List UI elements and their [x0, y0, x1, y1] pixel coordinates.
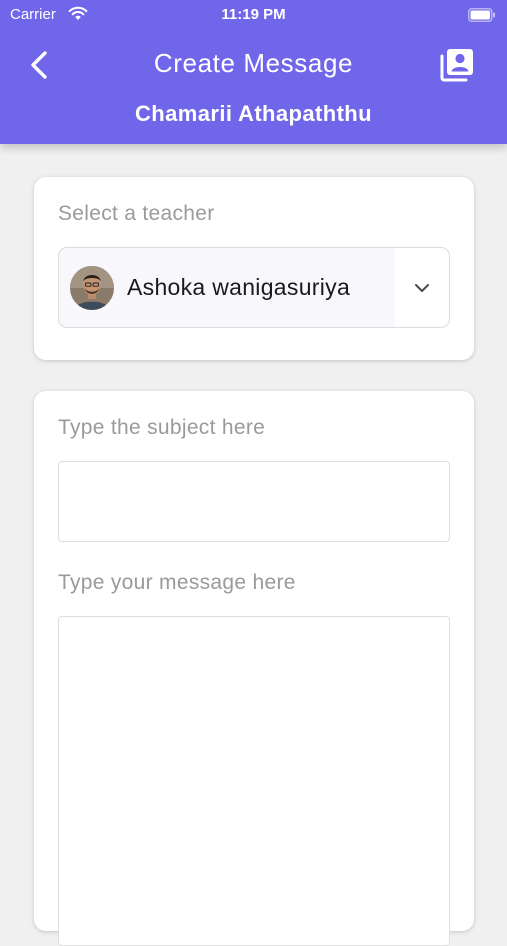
status-time: 11:19 PM [221, 6, 286, 23]
teacher-select-label: Select a teacher [58, 202, 215, 225]
contacts-book-icon [440, 49, 473, 82]
app-header: Carrier 11:19 PM Create Message Chamarii… [0, 0, 507, 144]
status-bar: Carrier 11:19 PM [0, 0, 507, 30]
page-subtitle: Chamarii Athapaththu [135, 101, 372, 126]
selected-teacher-name: Ashoka wanigasuriya [127, 274, 351, 300]
message-textarea[interactable] [58, 616, 450, 946]
message-label: Type your message here [58, 571, 296, 594]
teacher-dropdown[interactable]: Ashoka wanigasuriya [58, 247, 450, 328]
contacts-button[interactable] [436, 44, 478, 86]
chevron-down-icon [415, 283, 429, 292]
dropdown-toggle[interactable] [395, 248, 449, 327]
subject-label: Type the subject here [58, 416, 266, 439]
avatar [70, 266, 114, 310]
battery-icon [468, 8, 496, 22]
page-title: Create Message [153, 48, 354, 78]
message-card: Type the subject here Type your message … [34, 391, 474, 946]
teacher-card: Select a teacher Ashoka wanigasuriya [34, 177, 474, 360]
subject-input[interactable] [58, 461, 450, 542]
